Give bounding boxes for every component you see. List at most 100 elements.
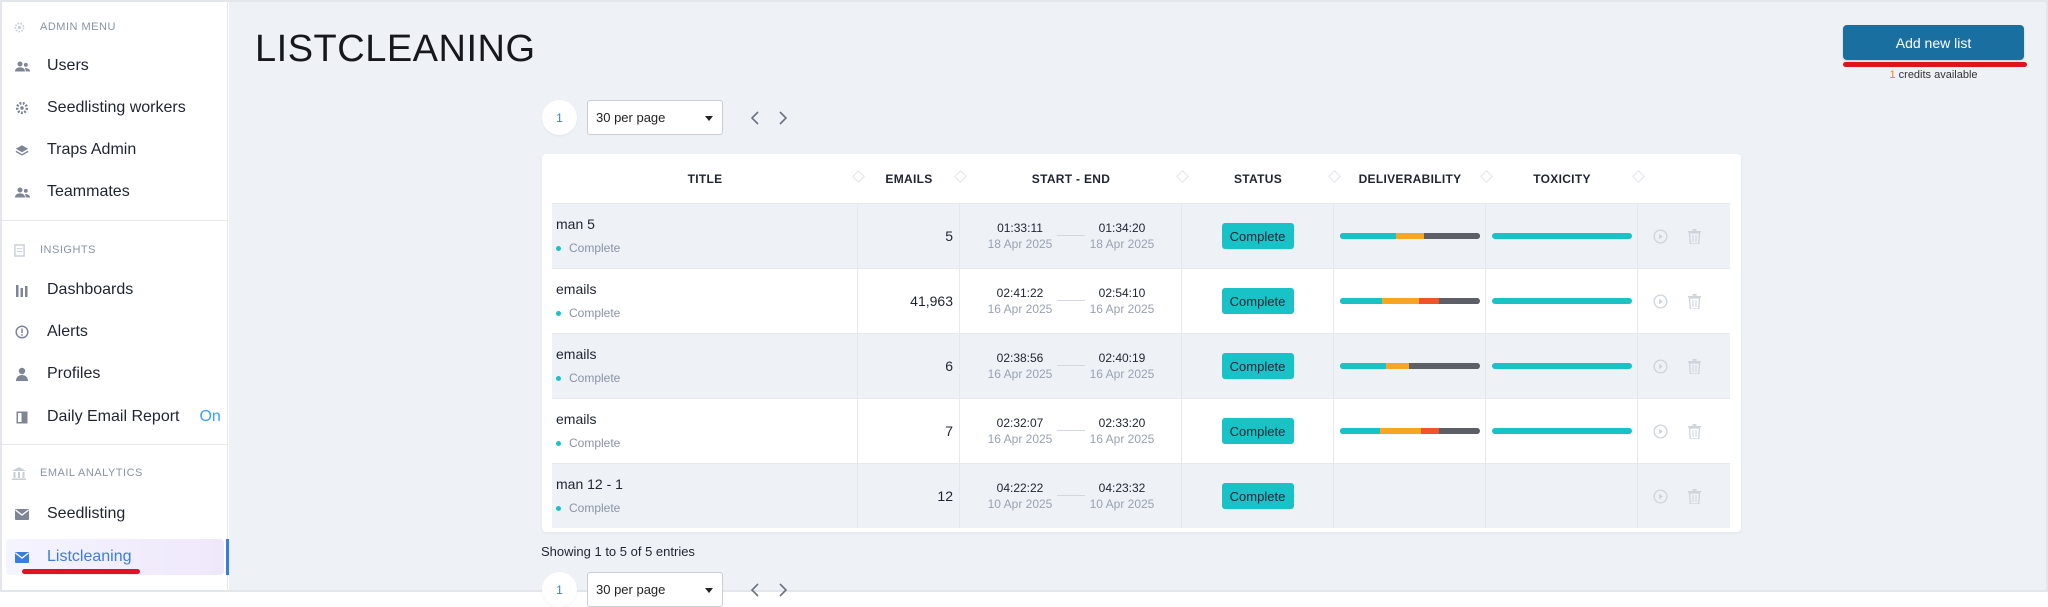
lists-table: TITLE EMAILS START - END STATUS DELIVERA…: [542, 154, 1741, 532]
entries-summary: Showing 1 to 5 of 5 entries: [541, 544, 695, 559]
sidebar-item-daily-email-report[interactable]: Daily Email Report On: [6, 399, 224, 435]
toxicity-bar: [1491, 233, 1632, 239]
actions-cell: [1638, 464, 1730, 528]
deliverability-bar-segment: [1339, 428, 1381, 434]
status-dot: [556, 440, 561, 446]
deliverability-cell: [1334, 204, 1486, 268]
sidebar-item-seedlisting-workers[interactable]: Seedlisting workers: [6, 90, 224, 126]
list-title[interactable]: man 5: [556, 216, 857, 232]
toxicity-cell: [1486, 269, 1638, 333]
list-title[interactable]: emails: [556, 281, 857, 297]
table-row[interactable]: man 5 Complete 5 01:33:11 18 Apr 2025 01…: [552, 203, 1730, 268]
column-header-title[interactable]: TITLE: [552, 154, 865, 203]
play-icon[interactable]: [1652, 293, 1668, 309]
person-icon: [14, 366, 30, 382]
play-icon[interactable]: [1652, 358, 1668, 374]
trash-icon[interactable]: [1686, 488, 1702, 504]
sidebar-item-label: Profiles: [47, 365, 101, 382]
end-block: 02:33:20 16 Apr 2025: [1080, 416, 1164, 446]
status-dot: [556, 505, 561, 511]
sidebar: ADMIN MENU Users Seedlisting workers Tra…: [2, 2, 229, 590]
actions-cell: [1638, 399, 1730, 463]
pagination-top: 1 30 per page: [542, 100, 797, 135]
sidebar-item-teammates[interactable]: Teammates: [6, 174, 224, 210]
column-header-start-end[interactable]: START - END: [960, 154, 1189, 203]
sidebar-item-label: Listcleaning: [47, 548, 132, 565]
toxicity-cell: [1486, 334, 1638, 398]
sidebar-divider: [2, 444, 228, 445]
chevron-left-icon[interactable]: [741, 100, 769, 135]
trash-icon[interactable]: [1686, 358, 1702, 374]
column-header-toxicity[interactable]: TOXICITY: [1486, 154, 1645, 203]
start-date: 18 Apr 2025: [987, 237, 1053, 251]
deliverability-bar-segment: [1419, 298, 1439, 304]
list-state-label: Complete: [569, 436, 621, 450]
deliverability-bar: [1339, 233, 1480, 239]
trash-icon[interactable]: [1686, 293, 1702, 309]
chevron-left-icon[interactable]: [741, 572, 769, 607]
start-date: 10 Apr 2025: [987, 497, 1053, 511]
per-page-select[interactable]: 30 per page: [587, 100, 723, 135]
play-icon[interactable]: [1652, 228, 1668, 244]
list-title[interactable]: man 12 - 1: [556, 476, 857, 492]
column-header-emails[interactable]: EMAILS: [858, 154, 967, 203]
sidebar-item-seedlisting[interactable]: Seedlisting: [6, 496, 224, 532]
title-cell: emails Complete: [552, 399, 858, 463]
sidebar-item-alerts[interactable]: Alerts: [6, 314, 224, 350]
deliverability-cell: [1334, 399, 1486, 463]
sidebar-item-profiles[interactable]: Profiles: [6, 356, 224, 392]
sidebar-item-label: Daily Email Report: [47, 408, 180, 425]
page-title: LISTCLEANING: [255, 28, 536, 70]
add-new-list-button[interactable]: Add new list: [1843, 25, 2024, 60]
list-state-label: Complete: [569, 501, 621, 515]
table-row[interactable]: emails Complete 7 02:32:07 16 Apr 2025 0…: [552, 398, 1730, 463]
status-badge: Complete: [1221, 223, 1294, 249]
actions-cell: [1638, 204, 1730, 268]
list-title[interactable]: emails: [556, 411, 857, 427]
column-header-deliverability[interactable]: DELIVERABILITY: [1334, 154, 1493, 203]
column-header-status[interactable]: STATUS: [1182, 154, 1341, 203]
gear-icon: [14, 100, 30, 116]
report-icon: [14, 409, 30, 425]
actions-cell: [1638, 269, 1730, 333]
end-time: 02:33:20: [1098, 416, 1146, 430]
per-page-select[interactable]: 30 per page: [587, 572, 723, 607]
toxicity-cell: [1486, 399, 1638, 463]
trash-icon[interactable]: [1686, 423, 1702, 439]
chevron-right-icon[interactable]: [769, 572, 797, 607]
sidebar-item-traps-admin[interactable]: Traps Admin: [6, 132, 224, 168]
toxicity-bar-segment: [1491, 233, 1632, 239]
start-end-cell: 02:41:22 16 Apr 2025 02:54:10 16 Apr 202…: [960, 269, 1182, 333]
emails-cell: 5: [858, 204, 960, 268]
start-time: 02:32:07: [996, 416, 1044, 430]
chevron-right-icon[interactable]: [769, 100, 797, 135]
credits-info: 1 credits available: [1843, 69, 2024, 81]
users-icon: [14, 184, 30, 200]
page-number-button[interactable]: 1: [542, 572, 577, 607]
table-row[interactable]: emails Complete 6 02:38:56 16 Apr 2025 0…: [552, 333, 1730, 398]
sidebar-item-label: Traps Admin: [47, 141, 137, 158]
table-row[interactable]: emails Complete 41,963 02:41:22 16 Apr 2…: [552, 268, 1730, 333]
deliverability-bar-segment: [1420, 428, 1439, 434]
sidebar-item-label: Seedlisting workers: [47, 99, 186, 116]
layers-icon: [14, 142, 30, 158]
play-icon[interactable]: [1652, 488, 1668, 504]
list-state: Complete: [556, 241, 857, 255]
trash-icon[interactable]: [1686, 228, 1702, 244]
start-block: 02:38:56 16 Apr 2025: [978, 351, 1062, 381]
sidebar-item-dashboards[interactable]: Dashboards: [6, 272, 224, 308]
play-icon[interactable]: [1652, 423, 1668, 439]
sidebar-item-users[interactable]: Users: [6, 48, 224, 84]
column-header-actions: [1638, 154, 1730, 203]
emails-cell: 7: [858, 399, 960, 463]
status-dot: [556, 245, 561, 251]
table-row[interactable]: man 12 - 1 Complete 12 04:22:22 10 Apr 2…: [552, 463, 1730, 528]
end-date: 10 Apr 2025: [1089, 497, 1155, 511]
envelope-icon: [14, 549, 30, 565]
title-cell: emails Complete: [552, 334, 858, 398]
report-on-toggle[interactable]: On: [199, 408, 220, 426]
toxicity-bar-segment: [1491, 298, 1632, 304]
deliverability-bar: [1339, 428, 1480, 434]
list-title[interactable]: emails: [556, 346, 857, 362]
page-number-button[interactable]: 1: [542, 100, 577, 135]
